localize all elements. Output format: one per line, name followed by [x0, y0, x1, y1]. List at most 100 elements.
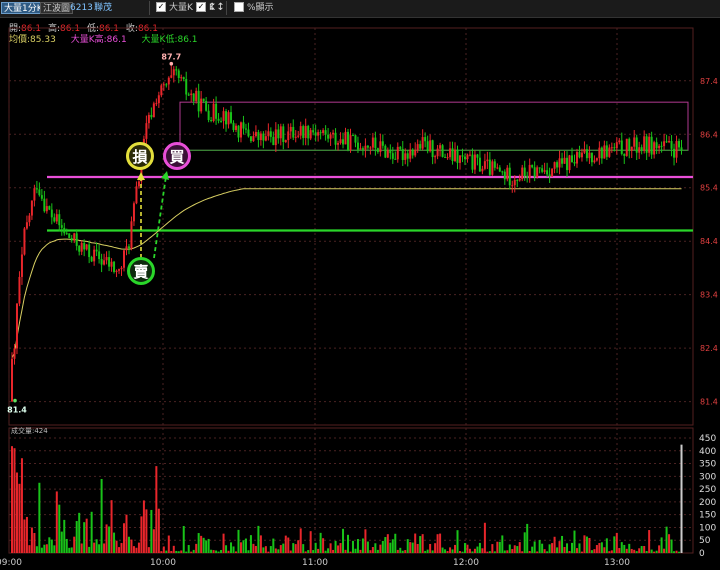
- candle-body: [411, 149, 414, 156]
- candle-body: [43, 198, 46, 212]
- volume-bar: [78, 512, 81, 553]
- volume-bar: [424, 550, 427, 553]
- candle-body: [416, 144, 419, 151]
- volume-bar: [244, 538, 247, 553]
- volume-bar: [364, 529, 367, 553]
- volume-tick-label: 50: [699, 536, 711, 546]
- candle-body: [90, 257, 93, 262]
- candle-body: [588, 152, 591, 159]
- volume-panel-label: 成交量:424: [11, 426, 48, 435]
- candle-body: [180, 77, 183, 79]
- candle-body: [105, 257, 108, 261]
- candle-body: [100, 259, 103, 265]
- candle-body: [610, 147, 613, 149]
- volume-bar: [334, 540, 337, 553]
- candle-body: [157, 95, 160, 104]
- volume-bar: [202, 537, 205, 553]
- candle-body: [249, 136, 252, 142]
- candle-body: [561, 158, 564, 164]
- candle-body: [441, 145, 444, 157]
- volume-bar: [93, 542, 96, 553]
- volume-bar: [446, 551, 449, 553]
- candle-body: [327, 134, 330, 139]
- volume-bar: [556, 547, 559, 553]
- candle-body: [598, 147, 601, 159]
- volume-bar: [45, 544, 48, 553]
- volume-bar: [172, 545, 175, 553]
- candle-body: [376, 148, 379, 152]
- candle-body: [541, 168, 544, 172]
- candle-body: [678, 141, 681, 148]
- volume-bar: [347, 534, 349, 553]
- candle-body: [160, 85, 163, 96]
- candle-body: [299, 126, 302, 136]
- candle-body: [30, 200, 33, 216]
- candle-body: [155, 103, 158, 105]
- session-low-label: 81.4: [7, 406, 27, 415]
- volume-bar: [396, 549, 399, 553]
- candle-body: [110, 261, 113, 267]
- volume-bar: [670, 539, 673, 553]
- candle-body: [244, 128, 247, 130]
- candle-body: [446, 157, 449, 159]
- candle-body: [466, 154, 469, 160]
- candle-body: [630, 146, 633, 151]
- volume-bar: [332, 549, 335, 553]
- volume-bar: [376, 549, 379, 553]
- candle-body: [65, 233, 68, 235]
- volume-bar: [182, 525, 185, 553]
- volume-bar: [235, 551, 237, 553]
- volume-bar: [618, 548, 621, 553]
- candle-body: [424, 137, 427, 142]
- price-tick-label: 84.4: [700, 237, 718, 246]
- volume-bar: [521, 551, 524, 553]
- price-tick-label: 83.4: [700, 291, 718, 300]
- candle-body: [590, 152, 593, 163]
- volume-bar: [486, 551, 489, 553]
- candle-body: [177, 70, 180, 79]
- candle-body: [48, 206, 51, 210]
- candle-body: [356, 142, 359, 150]
- volume-bar: [125, 514, 128, 553]
- volume-bar: [217, 551, 220, 553]
- volume-bar: [23, 519, 26, 553]
- volume-bar: [227, 550, 230, 553]
- volume-bar: [605, 538, 608, 553]
- volume-bar: [232, 546, 235, 553]
- candle-body: [40, 195, 43, 199]
- price-tick-label: 85.4: [700, 184, 718, 193]
- candle-body: [130, 221, 133, 249]
- candle-body: [279, 126, 282, 139]
- candle-body: [386, 150, 389, 158]
- price-volume-chart[interactable]: 81.4 82.4 83.4 84.4 85.4 86.4 87.4 0 50 100 150 200…: [0, 0, 720, 570]
- volume-bar: [197, 533, 200, 553]
- volume-bar: [73, 536, 76, 553]
- volume-bar: [498, 541, 501, 553]
- candle-body: [172, 69, 175, 76]
- candle-body: [78, 245, 81, 252]
- volume-bar: [419, 536, 422, 553]
- candle-body: [302, 126, 305, 138]
- candle-body: [113, 261, 116, 272]
- candle-body: [638, 147, 641, 153]
- candle-body: [150, 114, 153, 118]
- volume-bar: [421, 534, 424, 553]
- volume-bar: [294, 544, 297, 553]
- sell-marker[interactable]: 賣: [127, 257, 155, 285]
- candle-body: [242, 122, 245, 129]
- buy-marker[interactable]: 買: [163, 142, 191, 170]
- candle-body: [342, 139, 345, 145]
- volume-bar: [441, 547, 444, 553]
- volume-bar: [287, 537, 290, 553]
- stop-loss-marker[interactable]: 損: [126, 142, 154, 170]
- candle-body: [513, 179, 516, 186]
- volume-bar: [50, 539, 53, 553]
- candle-body: [459, 155, 461, 163]
- volume-bar: [277, 549, 280, 553]
- candle-body: [118, 269, 121, 271]
- volume-bar: [165, 550, 168, 553]
- volume-bar: [75, 521, 78, 553]
- candle-body: [521, 167, 524, 179]
- volume-bar: [590, 550, 593, 553]
- candle-body: [297, 135, 300, 137]
